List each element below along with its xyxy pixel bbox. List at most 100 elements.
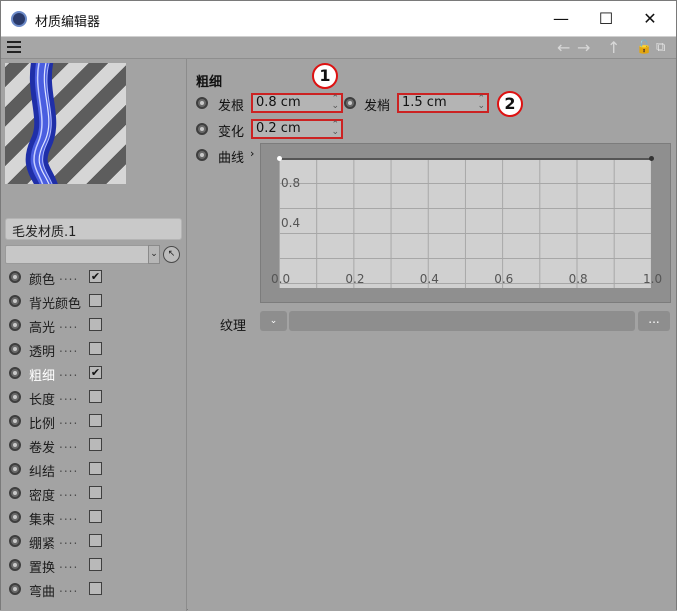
- channel-panel: 毛发材质.1 ⌄ ↖ 颜色.... ✔ 背光颜色 高光.... 透明.... 粗细....…: [1, 59, 187, 611]
- channel-animate-radio[interactable]: [9, 391, 21, 403]
- channel-checkbox[interactable]: [89, 390, 102, 403]
- channel-item[interactable]: 长度....: [7, 386, 185, 408]
- chevron-right-icon[interactable]: ›: [250, 147, 254, 160]
- channel-animate-radio[interactable]: [9, 535, 21, 547]
- channel-item[interactable]: 绷紧....: [7, 530, 185, 552]
- channel-item[interactable]: 粗细.... ✔: [7, 362, 185, 384]
- x-tick-label: 0.6: [494, 272, 514, 286]
- annotation-marker-1: 1: [312, 63, 338, 89]
- texture-slot[interactable]: [289, 311, 635, 331]
- channel-animate-radio[interactable]: [9, 415, 21, 427]
- channel-item[interactable]: 集束....: [7, 506, 185, 528]
- channel-dots: ....: [59, 461, 79, 475]
- spinner-icon[interactable]: ⌃ ⌄: [331, 95, 339, 111]
- up-arrow-icon[interactable]: ↑: [607, 38, 620, 57]
- channel-animate-radio[interactable]: [9, 367, 21, 379]
- channel-checkbox[interactable]: [89, 582, 102, 595]
- channel-label: 颜色: [29, 273, 56, 288]
- channel-animate-radio[interactable]: [9, 343, 21, 355]
- maximize-button[interactable]: ☐: [583, 5, 629, 33]
- channel-animate-radio[interactable]: [9, 295, 21, 307]
- channel-item[interactable]: 置换....: [7, 554, 185, 576]
- title-bar: 材质编辑器 — ☐ ✕: [1, 1, 676, 37]
- menu-icon[interactable]: [7, 41, 21, 53]
- channel-item[interactable]: 比例....: [7, 410, 185, 432]
- channel-dots: ....: [59, 485, 79, 499]
- picker-icon[interactable]: ↖: [163, 246, 180, 263]
- variation-animate-radio[interactable]: [196, 123, 208, 135]
- channel-animate-radio[interactable]: [9, 439, 21, 451]
- channel-label: 绷紧: [29, 537, 56, 552]
- channel-item[interactable]: 背光颜色: [7, 290, 185, 312]
- channel-label: 密度: [29, 489, 56, 504]
- lock-icon[interactable]: 🔓: [636, 40, 652, 55]
- channel-checkbox[interactable]: [89, 438, 102, 451]
- channel-checkbox[interactable]: [89, 462, 102, 475]
- curve-animate-radio[interactable]: [196, 149, 208, 161]
- spinner-icon[interactable]: ⌃ ⌄: [331, 121, 339, 137]
- minimize-button[interactable]: —: [538, 5, 584, 33]
- channel-checkbox[interactable]: [89, 342, 102, 355]
- curve-graph[interactable]: 0.0 0.2 0.4 0.6 0.8 1.0 0.8 0.4: [260, 143, 671, 303]
- close-button[interactable]: ✕: [627, 5, 673, 33]
- curve-point[interactable]: [277, 156, 282, 161]
- channel-animate-radio[interactable]: [9, 271, 21, 283]
- root-value-input[interactable]: 0.8 cm ⌃ ⌄: [251, 93, 343, 113]
- channel-item[interactable]: 弯曲....: [7, 578, 185, 600]
- variation-value: 0.2 cm: [256, 121, 301, 136]
- channel-label: 集束: [29, 513, 56, 528]
- x-tick-label: 0.4: [419, 272, 439, 286]
- curve-plot-area[interactable]: [279, 158, 651, 288]
- channel-animate-radio[interactable]: [9, 583, 21, 595]
- cinema4d-app-icon: [11, 11, 27, 27]
- channel-dots: ....: [59, 509, 79, 523]
- hair-preview-image: [25, 63, 58, 184]
- material-dropdown[interactable]: ⌄: [5, 245, 160, 264]
- channel-checkbox[interactable]: [89, 534, 102, 547]
- channel-animate-radio[interactable]: [9, 559, 21, 571]
- texture-dropdown-button[interactable]: ⌄: [260, 311, 287, 331]
- forward-arrow-icon[interactable]: →: [577, 38, 590, 57]
- y-tick-label: 0.4: [281, 216, 301, 230]
- channel-dots: ....: [59, 341, 79, 355]
- material-name-field[interactable]: 毛发材质.1: [5, 218, 182, 240]
- channel-checkbox[interactable]: ✔: [89, 270, 102, 283]
- tip-animate-radio[interactable]: [344, 97, 356, 109]
- channel-label: 纠结: [29, 465, 56, 480]
- channel-label: 粗细: [29, 369, 56, 384]
- channel-checkbox[interactable]: [89, 318, 102, 331]
- material-preview[interactable]: [5, 63, 126, 184]
- x-tick-label: 1.0: [643, 272, 663, 286]
- channel-item[interactable]: 透明....: [7, 338, 185, 360]
- channel-animate-radio[interactable]: [9, 319, 21, 331]
- channel-animate-radio[interactable]: [9, 487, 21, 499]
- channel-checkbox[interactable]: [89, 414, 102, 427]
- channel-animate-radio[interactable]: [9, 511, 21, 523]
- back-arrow-icon[interactable]: ←: [557, 38, 570, 57]
- channel-item[interactable]: 颜色.... ✔: [7, 266, 185, 288]
- channel-label: 透明: [29, 345, 56, 360]
- channel-animate-radio[interactable]: [9, 463, 21, 475]
- curve-point[interactable]: [649, 156, 654, 161]
- channel-checkbox[interactable]: [89, 558, 102, 571]
- channel-item[interactable]: 高光....: [7, 314, 185, 336]
- variation-value-input[interactable]: 0.2 cm ⌃ ⌄: [251, 119, 343, 139]
- chevron-down-icon[interactable]: ⌄: [148, 245, 160, 264]
- channel-item[interactable]: 密度....: [7, 482, 185, 504]
- channel-label: 弯曲: [29, 585, 56, 600]
- channel-checkbox[interactable]: ✔: [89, 366, 102, 379]
- channel-dots: ....: [59, 437, 79, 451]
- new-window-icon[interactable]: ⧉: [656, 40, 665, 55]
- spinner-icon[interactable]: ⌃ ⌄: [477, 95, 485, 111]
- channel-item[interactable]: 卷发....: [7, 434, 185, 456]
- channel-item[interactable]: 纠结....: [7, 458, 185, 480]
- channel-checkbox[interactable]: [89, 486, 102, 499]
- channel-dots: ....: [59, 533, 79, 547]
- root-animate-radio[interactable]: [196, 97, 208, 109]
- channel-checkbox[interactable]: [89, 510, 102, 523]
- channel-checkbox[interactable]: [89, 294, 102, 307]
- tip-value-input[interactable]: 1.5 cm ⌃ ⌄: [397, 93, 489, 113]
- texture-more-button[interactable]: ...: [638, 311, 670, 331]
- channel-dots: ....: [59, 389, 79, 403]
- channel-label: 长度: [29, 393, 56, 408]
